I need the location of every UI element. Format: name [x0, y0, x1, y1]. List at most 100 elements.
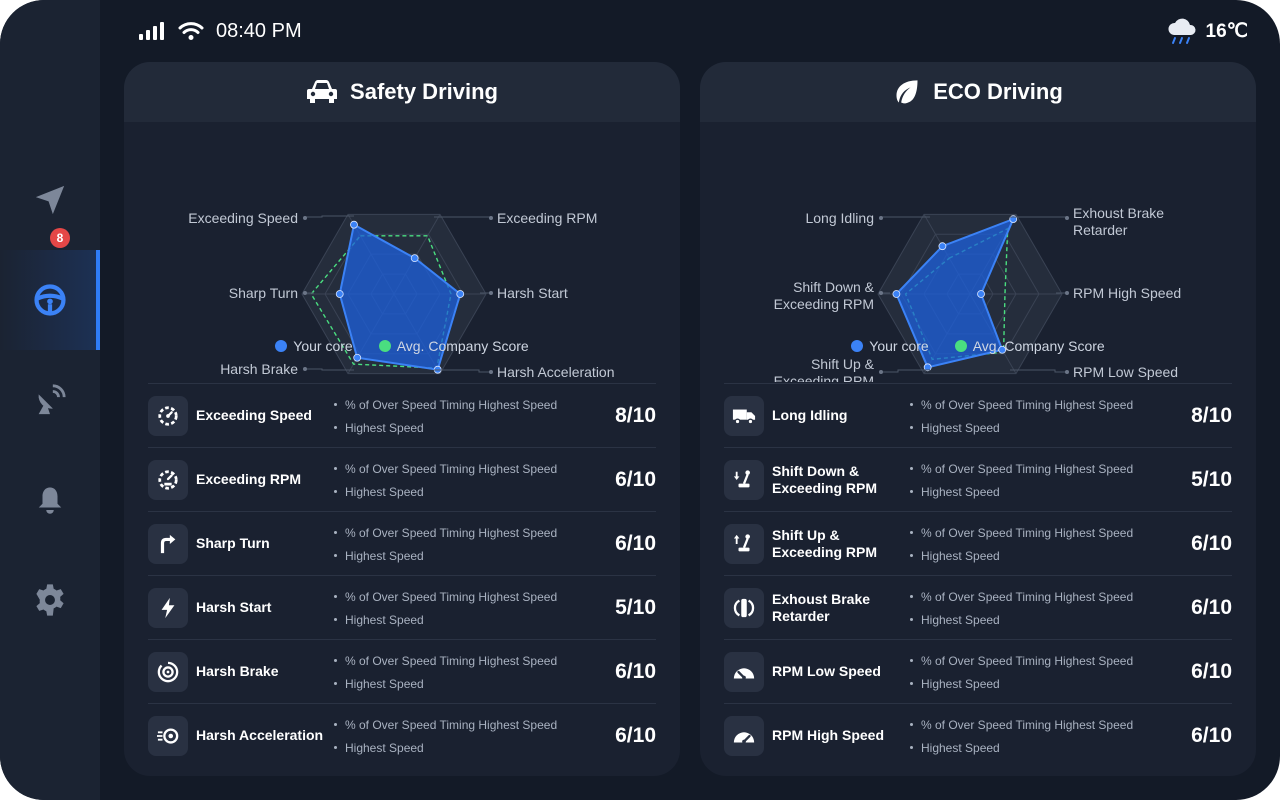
metric-description: % of Over Speed Timing Highest Speed High…	[910, 394, 1170, 440]
gear-shift-up-icon	[724, 524, 764, 564]
data-point	[977, 290, 985, 298]
gear-icon	[36, 584, 64, 616]
satellite-dish-icon	[38, 384, 66, 415]
metric-title: Harsh Acceleration	[196, 727, 324, 743]
steering-wheel-icon	[34, 284, 66, 316]
gauge-high-icon	[724, 716, 764, 756]
metric-description: % of Over Speed Timing Highest Speed High…	[334, 586, 594, 632]
list-item[interactable]: Shift Down & Exceeding RPM % of Over Spe…	[724, 447, 1232, 511]
list-item[interactable]: Long Idling % of Over Speed Timing Highe…	[724, 383, 1232, 447]
desc-line: % of Over Speed Timing Highest Speed	[910, 650, 1170, 673]
metric-score: 6/10	[615, 659, 656, 683]
desc-line: Highest Speed	[334, 737, 594, 760]
desc-line: % of Over Speed Timing Highest Speed	[334, 650, 594, 673]
safety-panel-header: Safety Driving	[124, 62, 680, 122]
lightning-icon	[148, 588, 188, 628]
metric-title: Shift Up & Exceeding RPM	[772, 526, 878, 560]
list-item[interactable]: Exceeding RPM % of Over Speed Timing Hig…	[148, 447, 656, 511]
list-item[interactable]: RPM Low Speed % of Over Speed Timing Hig…	[724, 639, 1232, 703]
axis-label: Harsh Start	[497, 285, 568, 301]
metric-description: % of Over Speed Timing Highest Speed High…	[334, 458, 594, 504]
rpm-gauge-icon	[148, 460, 188, 500]
axis-label: RPM Low Speed	[1073, 364, 1178, 380]
desc-line: % of Over Speed Timing Highest Speed	[910, 522, 1170, 545]
metric-score: 6/10	[1191, 531, 1232, 555]
metric-title: Exceeding Speed	[196, 407, 312, 423]
metric-score: 6/10	[615, 723, 656, 747]
axis-label: Exceeding RPM	[497, 210, 597, 226]
list-item[interactable]: RPM High Speed % of Over Speed Timing Hi…	[724, 703, 1232, 767]
sidebar-item-settings[interactable]	[0, 550, 100, 650]
data-point	[938, 242, 947, 251]
fast-wheel-icon	[148, 716, 188, 756]
desc-line: Highest Speed	[910, 609, 1170, 632]
axis-label: Shift Up & Exceeding RPM	[774, 356, 875, 382]
leaf-icon	[896, 80, 918, 104]
legend-label: Your core	[293, 338, 353, 354]
panel-title: Safety Driving	[350, 79, 498, 104]
axis-label: Sharp Turn	[229, 285, 298, 301]
list-item[interactable]: Exhoust Brake Retarder % of Over Speed T…	[724, 575, 1232, 639]
sidebar: 8	[0, 0, 100, 800]
metric-description: % of Over Speed Timing Highest Speed High…	[334, 650, 594, 696]
desc-line: Highest Speed	[334, 673, 594, 696]
axis-label: Harsh Acceleration	[497, 364, 615, 380]
legend-your-score: Your core	[851, 338, 929, 354]
metric-title: RPM Low Speed	[772, 663, 881, 679]
truck-icon	[724, 396, 764, 436]
metric-title: Harsh Brake	[196, 663, 279, 679]
metric-score: 6/10	[1191, 723, 1232, 747]
desc-line: % of Over Speed Timing Highest Speed	[334, 394, 594, 417]
list-item[interactable]: Shift Up & Exceeding RPM % of Over Speed…	[724, 511, 1232, 575]
temperature: 16℃	[1205, 20, 1248, 42]
data-point	[353, 353, 362, 362]
legend-dot-blue	[275, 340, 288, 352]
desc-line: Highest Speed	[334, 609, 594, 632]
bell-icon	[38, 487, 62, 514]
eco-chart-legend: Your core Avg. Company Score	[700, 338, 1256, 354]
sidebar-item-satellite[interactable]	[0, 350, 100, 450]
speedometer-icon	[148, 396, 188, 436]
desc-line: % of Over Speed Timing Highest Speed	[334, 714, 594, 737]
metric-score: 6/10	[615, 531, 656, 555]
desc-line: % of Over Speed Timing Highest Speed	[334, 586, 594, 609]
metric-title: Shift Down & Exceeding RPM	[772, 462, 878, 496]
axis-label: Harsh Brake	[220, 361, 298, 377]
eco-panel-header: ECO Driving	[700, 62, 1256, 122]
metric-description: % of Over Speed Timing Highest Speed High…	[334, 714, 594, 760]
axis-label: Shift Down & Exceeding RPM	[774, 279, 875, 312]
metric-score: 5/10	[1191, 467, 1232, 491]
list-item[interactable]: Harsh Brake % of Over Speed Timing Highe…	[148, 639, 656, 703]
list-item[interactable]: Harsh Start % of Over Speed Timing Highe…	[148, 575, 656, 639]
legend-company-score: Avg. Company Score	[954, 338, 1105, 354]
metric-description: % of Over Speed Timing Highest Speed High…	[910, 650, 1170, 696]
sidebar-item-driving[interactable]	[0, 250, 100, 350]
legend-label: Your core	[869, 338, 929, 354]
car-icon	[307, 80, 338, 103]
metric-title: Exceeding RPM	[196, 471, 302, 487]
metric-title: Exhoust Brake Retarder	[772, 590, 871, 624]
data-point	[892, 290, 901, 298]
metric-description: % of Over Speed Timing Highest Speed High…	[910, 522, 1170, 568]
legend-dot-green	[378, 340, 391, 352]
brake-pad-icon	[724, 588, 764, 628]
list-item[interactable]: Harsh Acceleration % of Over Speed Timin…	[148, 703, 656, 767]
desc-line: % of Over Speed Timing Highest Speed	[334, 522, 594, 545]
desc-line: Highest Speed	[910, 673, 1170, 696]
desc-line: % of Over Speed Timing Highest Speed	[334, 458, 594, 481]
axis-label: RPM High Speed	[1073, 285, 1181, 301]
list-item[interactable]: Exceeding Speed % of Over Speed Timing H…	[148, 383, 656, 447]
cloud-rain-icon	[1167, 18, 1196, 44]
metric-description: % of Over Speed Timing Highest Speed High…	[910, 714, 1170, 760]
gauge-low-icon	[724, 652, 764, 692]
axis-label: Exceeding Speed	[188, 210, 298, 226]
desc-line: Highest Speed	[910, 481, 1170, 504]
desc-line: % of Over Speed Timing Highest Speed	[910, 458, 1170, 481]
desc-line: % of Over Speed Timing Highest Speed	[910, 394, 1170, 417]
metric-title: Sharp Turn	[196, 535, 270, 551]
sidebar-item-notifications[interactable]	[0, 450, 100, 550]
safety-driving-panel: Safety Driving Exceeding Speed Exceeding…	[124, 62, 680, 776]
list-item[interactable]: Sharp Turn % of Over Speed Timing Highes…	[148, 511, 656, 575]
desc-line: Highest Speed	[910, 545, 1170, 568]
metric-score: 5/10	[615, 595, 656, 619]
